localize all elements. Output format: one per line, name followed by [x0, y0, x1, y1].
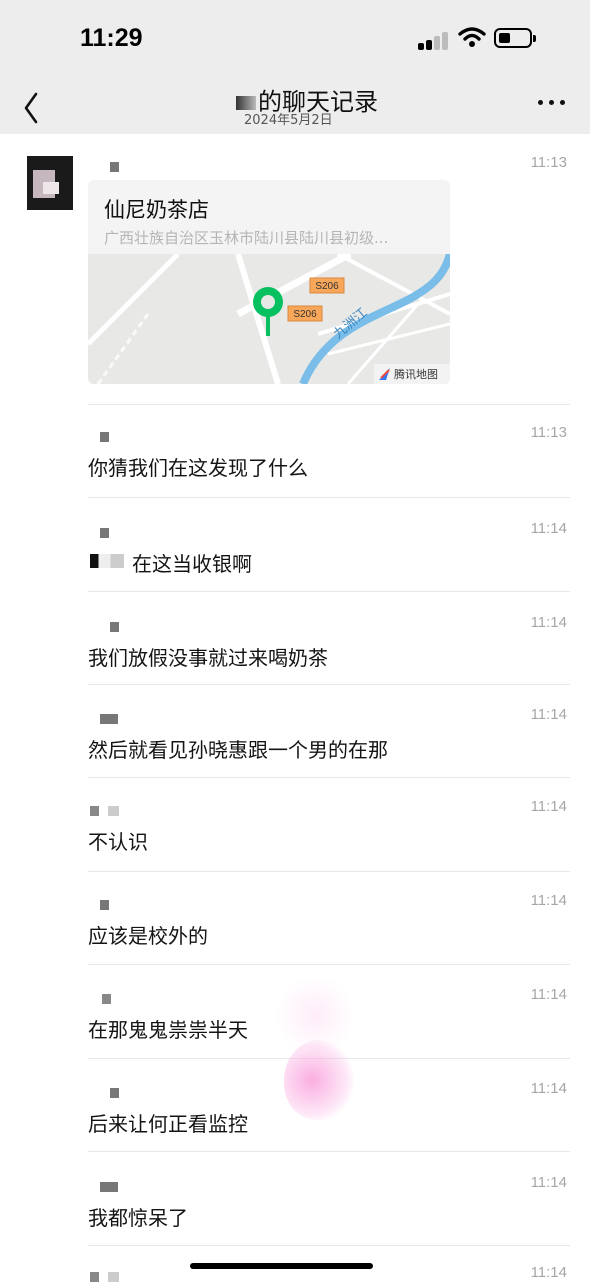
message-time: 11:14 — [530, 1264, 567, 1281]
more-icon[interactable] — [538, 98, 568, 108]
message-time: 11:14 — [530, 986, 567, 1003]
divider — [88, 964, 570, 965]
nav-bar: 的聊天记录 2024年5月2日 — [0, 80, 590, 134]
divider — [88, 1245, 570, 1246]
message-time: 11:14 — [530, 798, 567, 815]
message-text: 然后就看见孙晓惠跟一个男的在那 — [88, 738, 388, 762]
divider — [88, 591, 570, 592]
message-text: 应该是校外的 — [88, 924, 208, 948]
message-time: 11:14 — [530, 1174, 567, 1191]
redacted-name — [236, 96, 256, 110]
divider — [88, 404, 570, 405]
battery-icon — [494, 28, 536, 48]
status-time: 11:29 — [80, 24, 143, 52]
message-text: 你猜我们在这发现了什么 — [88, 456, 308, 480]
message-text: 后来让何正看监控 — [88, 1112, 248, 1136]
message-time: 11:14 — [530, 1080, 567, 1097]
back-button[interactable] — [18, 86, 48, 126]
home-indicator[interactable] — [190, 1263, 373, 1269]
divider — [88, 871, 570, 872]
location-name: 仙尼奶茶店 — [104, 198, 209, 222]
wifi-icon — [458, 27, 486, 47]
page-date: 2024年5月2日 — [244, 113, 333, 128]
avatar[interactable] — [27, 156, 73, 210]
message-text: 在这当收银啊 — [132, 552, 252, 576]
divider — [88, 684, 570, 685]
location-card[interactable]: 仙尼奶茶店 广西壮族自治区玉林市陆川县陆川县初级... S206 S206 九洲… — [88, 180, 450, 384]
divider — [88, 497, 570, 498]
message-text: 在那鬼鬼祟祟半天 — [88, 1018, 248, 1042]
message-time: 11:14 — [530, 520, 567, 537]
message-time: 11:13 — [530, 154, 567, 171]
location-address: 广西壮族自治区玉林市陆川县陆川县初级... — [104, 229, 389, 247]
message-text: 我们放假没事就过来喝奶茶 — [88, 646, 328, 670]
map-provider: 腾讯地图 — [394, 367, 438, 381]
divider — [88, 777, 570, 778]
cellular-signal-icon — [418, 30, 452, 50]
redacted-name — [90, 554, 124, 568]
image-blur-artifact — [284, 1040, 354, 1120]
message-text: 我都惊呆了 — [88, 1206, 188, 1230]
message-time: 11:14 — [530, 706, 567, 723]
message-time: 11:13 — [530, 424, 567, 441]
road-label: S206 — [293, 309, 317, 320]
road-label: S206 — [315, 281, 339, 292]
map-preview[interactable]: S206 S206 九洲江 腾讯地图 — [88, 254, 450, 384]
message-time: 11:14 — [530, 614, 567, 631]
status-bar: 11:29 — [0, 0, 590, 80]
divider — [88, 1151, 570, 1152]
message-time: 11:14 — [530, 892, 567, 909]
message-text: 不认识 — [88, 830, 148, 854]
